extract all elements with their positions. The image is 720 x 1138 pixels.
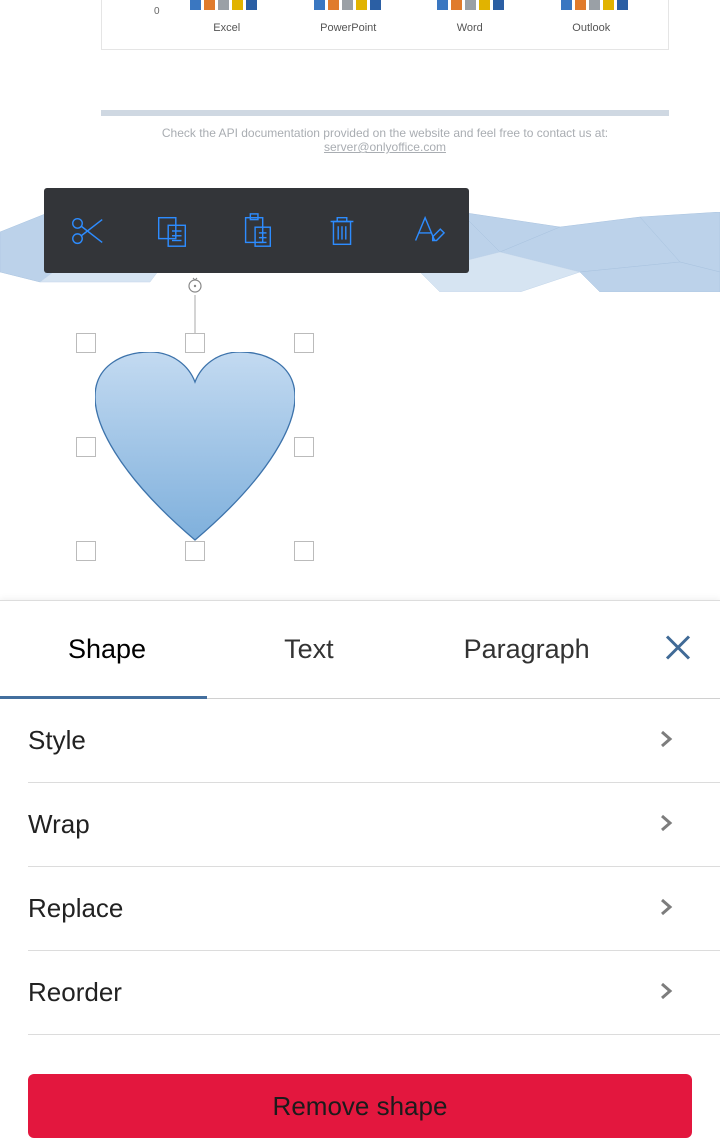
trash-icon: [323, 212, 361, 250]
remove-shape-button[interactable]: Remove shape: [28, 1074, 692, 1138]
tab-text[interactable]: Text: [214, 634, 404, 665]
shape-properties-panel: Shape Text Paragraph Style Wrap Replace …: [0, 600, 720, 1138]
chart-category: Outlook: [531, 22, 653, 34]
paste-icon: [238, 212, 276, 250]
paste-button[interactable]: [235, 209, 279, 253]
copy-icon: [153, 212, 191, 250]
resize-handle-br[interactable]: [294, 541, 314, 561]
resize-handle-mr[interactable]: [294, 437, 314, 457]
delete-button[interactable]: [320, 209, 364, 253]
chart-category: Excel: [166, 22, 288, 34]
tab-shape[interactable]: Shape: [0, 634, 214, 665]
divider: [101, 110, 669, 116]
edit-text-button[interactable]: [405, 209, 449, 253]
heart-shape[interactable]: [95, 352, 295, 542]
chart-category: PowerPoint: [288, 22, 410, 34]
resize-handle-tl[interactable]: [76, 333, 96, 353]
tab-paragraph[interactable]: Paragraph: [404, 634, 650, 665]
api-email-link[interactable]: server@onlyoffice.com: [324, 140, 446, 154]
chart-object[interactable]: 0 Excel PowerPoint Word Outlook: [101, 0, 669, 50]
chart-category: Word: [409, 22, 531, 34]
chevron-right-icon: [656, 977, 676, 1008]
option-label: Wrap: [28, 809, 90, 840]
selection-box: [86, 343, 304, 551]
close-icon: [663, 632, 693, 662]
resize-handle-tr[interactable]: [294, 333, 314, 353]
close-panel-button[interactable]: [663, 632, 693, 667]
api-note-text: Check the API documentation provided on …: [162, 126, 608, 140]
option-wrap[interactable]: Wrap: [28, 783, 720, 867]
resize-handle-tc[interactable]: [185, 333, 205, 353]
cut-button[interactable]: [65, 209, 109, 253]
resize-handle-bc[interactable]: [185, 541, 205, 561]
chevron-right-icon: [656, 725, 676, 756]
remove-shape-label: Remove shape: [273, 1091, 448, 1122]
active-tab-underline: [0, 696, 207, 699]
chart-bars: [166, 0, 652, 12]
option-style[interactable]: Style: [28, 699, 720, 783]
context-toolbar: [44, 188, 469, 273]
option-label: Replace: [28, 893, 123, 924]
option-reorder[interactable]: Reorder: [28, 951, 720, 1035]
option-label: Reorder: [28, 977, 122, 1008]
y-tick-zero: 0: [154, 6, 160, 17]
panel-tabbar: Shape Text Paragraph: [0, 601, 720, 699]
resize-handle-bl[interactable]: [76, 541, 96, 561]
chevron-right-icon: [656, 809, 676, 840]
document-canvas[interactable]: 0 Excel PowerPoint Word Outlook Check th…: [0, 0, 720, 600]
chevron-right-icon: [656, 893, 676, 924]
edit-text-icon: [408, 212, 446, 250]
resize-handle-ml[interactable]: [76, 437, 96, 457]
option-replace[interactable]: Replace: [28, 867, 720, 951]
rotate-icon: [186, 277, 204, 295]
scissors-icon: [68, 212, 106, 250]
option-label: Style: [28, 725, 86, 756]
api-note: Check the API documentation provided on …: [101, 126, 669, 154]
selected-shape[interactable]: [86, 277, 304, 571]
shape-options-list: Style Wrap Replace Reorder: [0, 699, 720, 1035]
copy-button[interactable]: [150, 209, 194, 253]
